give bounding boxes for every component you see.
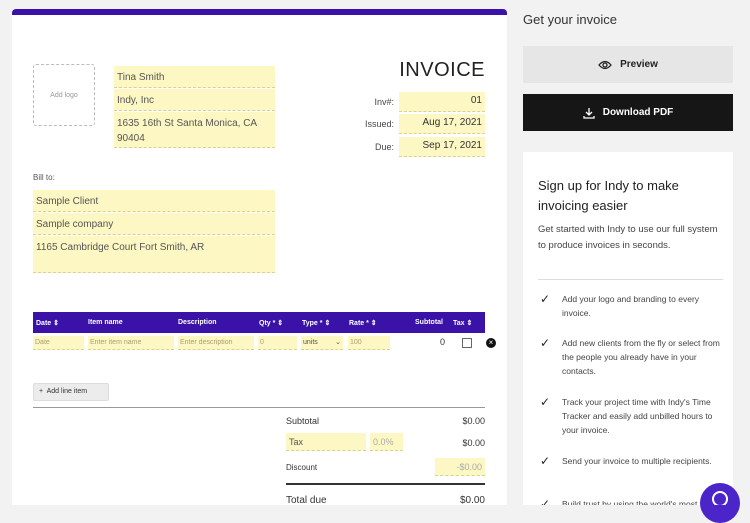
col-tax[interactable]: Tax ⇕ bbox=[453, 319, 472, 327]
chevron-down-icon: ⌄ bbox=[335, 339, 341, 346]
client-address-field[interactable]: 1165 Cambridge Court Fort Smith, AR bbox=[33, 236, 275, 273]
bill-to-label: Bill to: bbox=[33, 173, 55, 182]
meta-label-issued: Issued: bbox=[364, 119, 394, 129]
from-address-field[interactable]: 1635 16th St Santa Monica, CA 90404 bbox=[114, 112, 275, 148]
totals-divider bbox=[33, 407, 485, 408]
line-qty-input[interactable]: 0 bbox=[258, 336, 297, 350]
signup-promo-card: Sign up for Indy to make invoicing easie… bbox=[523, 152, 733, 505]
sidebar-title: Get your invoice bbox=[523, 12, 617, 27]
meta-label-invnum: Inv#: bbox=[374, 97, 394, 107]
line-date-input[interactable]: Date bbox=[33, 336, 84, 350]
col-item-name: Item name bbox=[88, 319, 123, 326]
discount-label: Discount bbox=[286, 463, 318, 472]
checkmark-icon: ✓ bbox=[540, 497, 551, 505]
due-date-field[interactable]: Sep 17, 2021 bbox=[399, 137, 485, 157]
discount-field[interactable]: -$0.00 bbox=[435, 458, 485, 476]
col-description: Description bbox=[178, 319, 217, 326]
checkmark-icon: ✓ bbox=[540, 395, 551, 409]
remove-line-icon[interactable]: × bbox=[486, 338, 496, 348]
checkmark-icon: ✓ bbox=[540, 292, 551, 306]
promo-title: Sign up for Indy to make invoicing easie… bbox=[538, 178, 679, 213]
line-item-name-input[interactable]: Enter item name bbox=[88, 336, 174, 350]
meta-label-due: Due: bbox=[374, 142, 394, 152]
eye-icon bbox=[598, 60, 612, 69]
preview-button[interactable]: Preview bbox=[523, 46, 733, 83]
subtotal-label: Subtotal bbox=[286, 416, 320, 426]
chat-launcher-button[interactable] bbox=[700, 483, 740, 523]
add-logo-button[interactable]: Add logo bbox=[33, 64, 95, 126]
plus-icon: + bbox=[39, 388, 44, 395]
tax-label-field[interactable]: Tax bbox=[286, 433, 366, 451]
client-name-field[interactable]: Sample Client bbox=[33, 190, 275, 212]
add-logo-label: Add logo bbox=[50, 91, 78, 99]
checkmark-icon: ✓ bbox=[540, 336, 551, 350]
invoice-card: Add logo Tina Smith Indy, Inc 1635 16th … bbox=[12, 9, 507, 505]
issued-date-field[interactable]: Aug 17, 2021 bbox=[399, 114, 485, 134]
download-icon bbox=[583, 107, 595, 119]
invoice-number-field[interactable]: 01 bbox=[399, 92, 485, 112]
col-type[interactable]: Type * ⇕ bbox=[302, 319, 330, 327]
line-tax-checkbox[interactable] bbox=[462, 338, 472, 348]
col-rate[interactable]: Rate * ⇕ bbox=[349, 319, 377, 327]
download-pdf-button[interactable]: Download PDF bbox=[523, 94, 733, 131]
col-subtotal: Subtotal bbox=[415, 319, 443, 326]
checkmark-icon: ✓ bbox=[540, 454, 551, 468]
chat-icon bbox=[712, 491, 728, 507]
total-due-value: $0.00 bbox=[459, 495, 485, 505]
total-due-label: Total due bbox=[286, 495, 327, 505]
add-line-item-button[interactable]: + Add line item bbox=[33, 383, 109, 401]
promo-divider bbox=[538, 279, 723, 280]
promo-description: Get started with Indy to use our full sy… bbox=[538, 224, 718, 251]
line-subtotal: 0 bbox=[440, 337, 446, 347]
line-type-select[interactable]: units ⌄ bbox=[301, 336, 343, 350]
line-rate-input[interactable]: 100 bbox=[348, 336, 390, 350]
subtotal-value: $0.00 bbox=[462, 416, 485, 426]
client-company-field[interactable]: Sample company bbox=[33, 213, 275, 235]
tax-value: $0.00 bbox=[462, 438, 485, 448]
total-divider bbox=[286, 483, 485, 485]
col-qty[interactable]: Qty * ⇕ bbox=[259, 319, 283, 327]
line-description-input[interactable]: Enter description bbox=[178, 336, 254, 350]
invoice-title: INVOICE bbox=[399, 59, 485, 81]
from-name-field[interactable]: Tina Smith bbox=[114, 66, 275, 88]
line-items-header: Date ⇕ Item name Description Qty * ⇕ Typ… bbox=[33, 312, 485, 333]
col-date[interactable]: Date ⇕ bbox=[36, 319, 59, 327]
from-company-field[interactable]: Indy, Inc bbox=[114, 89, 275, 111]
tax-rate-field[interactable]: 0.0% bbox=[370, 433, 403, 451]
